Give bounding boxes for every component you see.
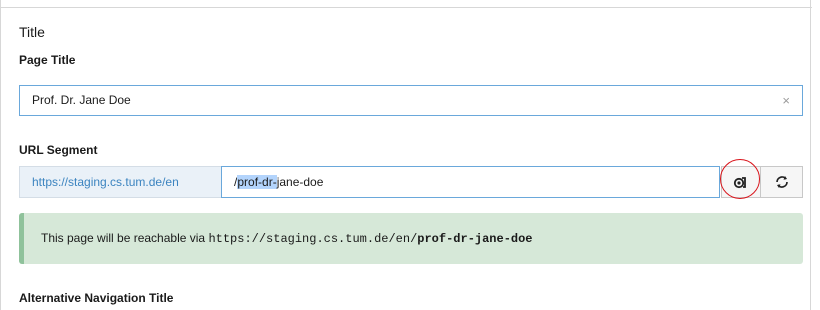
url-rest-text: jane-doe <box>276 175 324 189</box>
reachable-notice: This page will be reachable via https://… <box>19 213 803 264</box>
notice-url: https://staging.cs.tum.de/en/prof-dr-jan… <box>208 232 532 246</box>
notice-url-base: https://staging.cs.tum.de/en/ <box>208 232 418 246</box>
highlight-circle <box>720 159 760 199</box>
section-title: Title <box>19 24 45 40</box>
refresh-icon <box>775 176 788 188</box>
url-segment-input[interactable]: /prof-dr-jane-doe <box>221 166 720 198</box>
url-segment-row: https://staging.cs.tum.de/en /prof-dr-ja… <box>19 166 803 198</box>
page-title-value: Prof. Dr. Jane Doe <box>32 93 131 107</box>
alt-nav-title-label: Alternative Navigation Title <box>19 291 174 305</box>
url-segment-label: URL Segment <box>19 143 98 157</box>
notice-text: This page will be reachable via <box>41 231 209 245</box>
notice-url-slug: prof-dr-jane-doe <box>417 232 533 246</box>
url-prefix: https://staging.cs.tum.de/en <box>19 166 221 198</box>
recalculate-button[interactable] <box>761 166 803 198</box>
clear-icon[interactable]: × <box>782 86 790 115</box>
form-panel: Title Page Title Prof. Dr. Jane Doe × UR… <box>0 0 812 310</box>
page-title-input[interactable]: Prof. Dr. Jane Doe × <box>19 85 803 116</box>
url-selected-text: prof-dr- <box>237 175 277 189</box>
page-title-label: Page Title <box>19 53 76 67</box>
panel-divider <box>1 7 812 8</box>
